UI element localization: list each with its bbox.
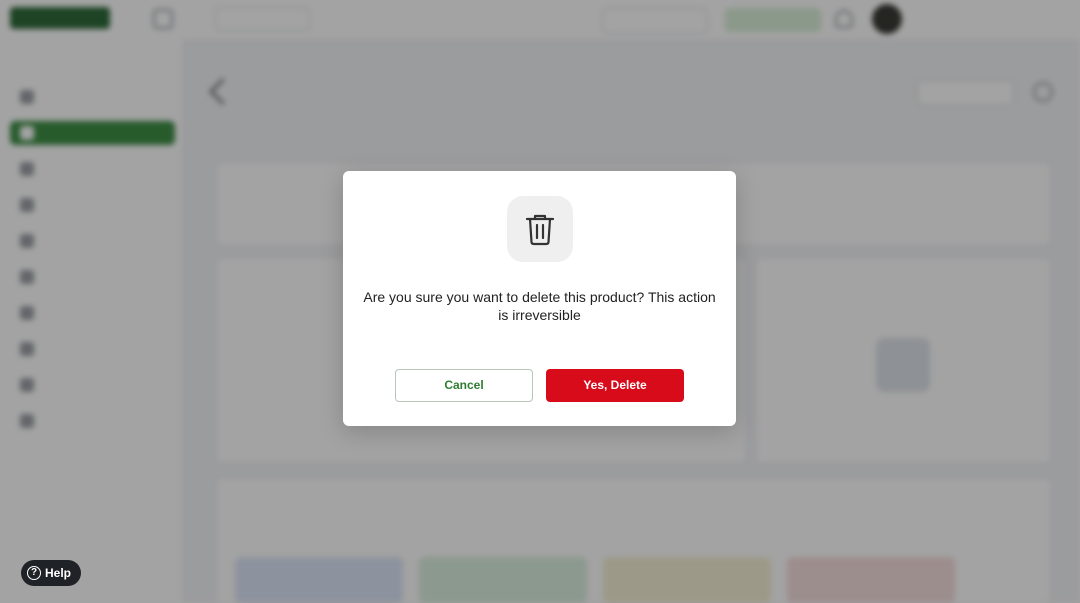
- question-circle-icon: ?: [27, 566, 41, 580]
- trash-icon: [525, 214, 555, 246]
- delete-confirmation-modal: Are you sure you want to delete this pro…: [343, 171, 736, 426]
- app-root: Are you sure you want to delete this pro…: [0, 0, 1080, 603]
- confirmation-message: Are you sure you want to delete this pro…: [363, 289, 716, 323]
- help-label: Help: [45, 566, 72, 580]
- trash-icon-container: [507, 196, 573, 262]
- cancel-button[interactable]: Cancel: [395, 369, 533, 402]
- help-button[interactable]: ? Help: [21, 560, 81, 586]
- confirm-delete-button[interactable]: Yes, Delete: [546, 369, 684, 402]
